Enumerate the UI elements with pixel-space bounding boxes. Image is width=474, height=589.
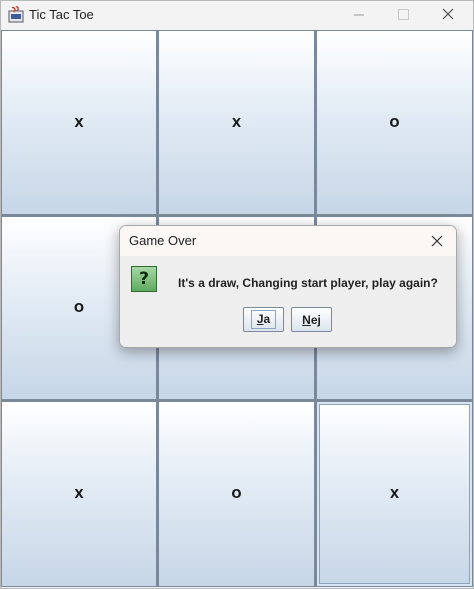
maximize-icon: [398, 9, 409, 20]
dialog-message: It's a draw, Changing start player, play…: [178, 276, 438, 290]
question-icon: ?: [131, 266, 157, 292]
cell-mark: X: [74, 487, 84, 501]
cell-mark: X: [74, 115, 84, 130]
close-icon: [442, 8, 454, 20]
cell-mark: X: [231, 115, 242, 130]
board-cell-9[interactable]: X: [316, 401, 473, 587]
board-cell-8[interactable]: O: [158, 401, 315, 587]
close-icon: [431, 235, 443, 247]
yes-rest: a: [263, 312, 271, 326]
board-cell-3[interactable]: O: [316, 30, 473, 215]
title-bar[interactable]: Tic Tac Toe: [1, 1, 473, 29]
dialog-close-button[interactable]: [426, 230, 448, 252]
yes-button[interactable]: Ja: [243, 307, 284, 332]
dialog-title: Game Over: [129, 233, 197, 248]
cell-mark: O: [73, 301, 85, 315]
game-over-dialog: Game Over ? It's a draw, Changing start …: [119, 225, 457, 348]
cell-mark: O: [231, 487, 242, 501]
no-button[interactable]: Nej: [291, 307, 332, 332]
maximize-button[interactable]: [381, 1, 425, 29]
no-rest: ej: [310, 312, 321, 327]
no-button-label: Nej: [302, 313, 321, 327]
cell-mark: O: [389, 115, 400, 130]
board-cell-1[interactable]: X: [1, 30, 157, 215]
board-cell-7[interactable]: X: [1, 401, 157, 587]
cell-mark: X: [389, 487, 400, 501]
yes-button-label: Ja: [250, 310, 277, 329]
board-cell-2[interactable]: X: [158, 30, 315, 215]
close-button[interactable]: [425, 1, 469, 29]
minimize-icon: [354, 14, 364, 16]
window-title: Tic Tac Toe: [29, 7, 94, 22]
dialog-title-bar[interactable]: Game Over: [120, 226, 456, 256]
yes-mnemonic: J: [256, 312, 264, 326]
minimize-button[interactable]: [337, 1, 381, 29]
no-mnemonic: N: [302, 312, 311, 327]
java-app-icon: [7, 5, 25, 23]
